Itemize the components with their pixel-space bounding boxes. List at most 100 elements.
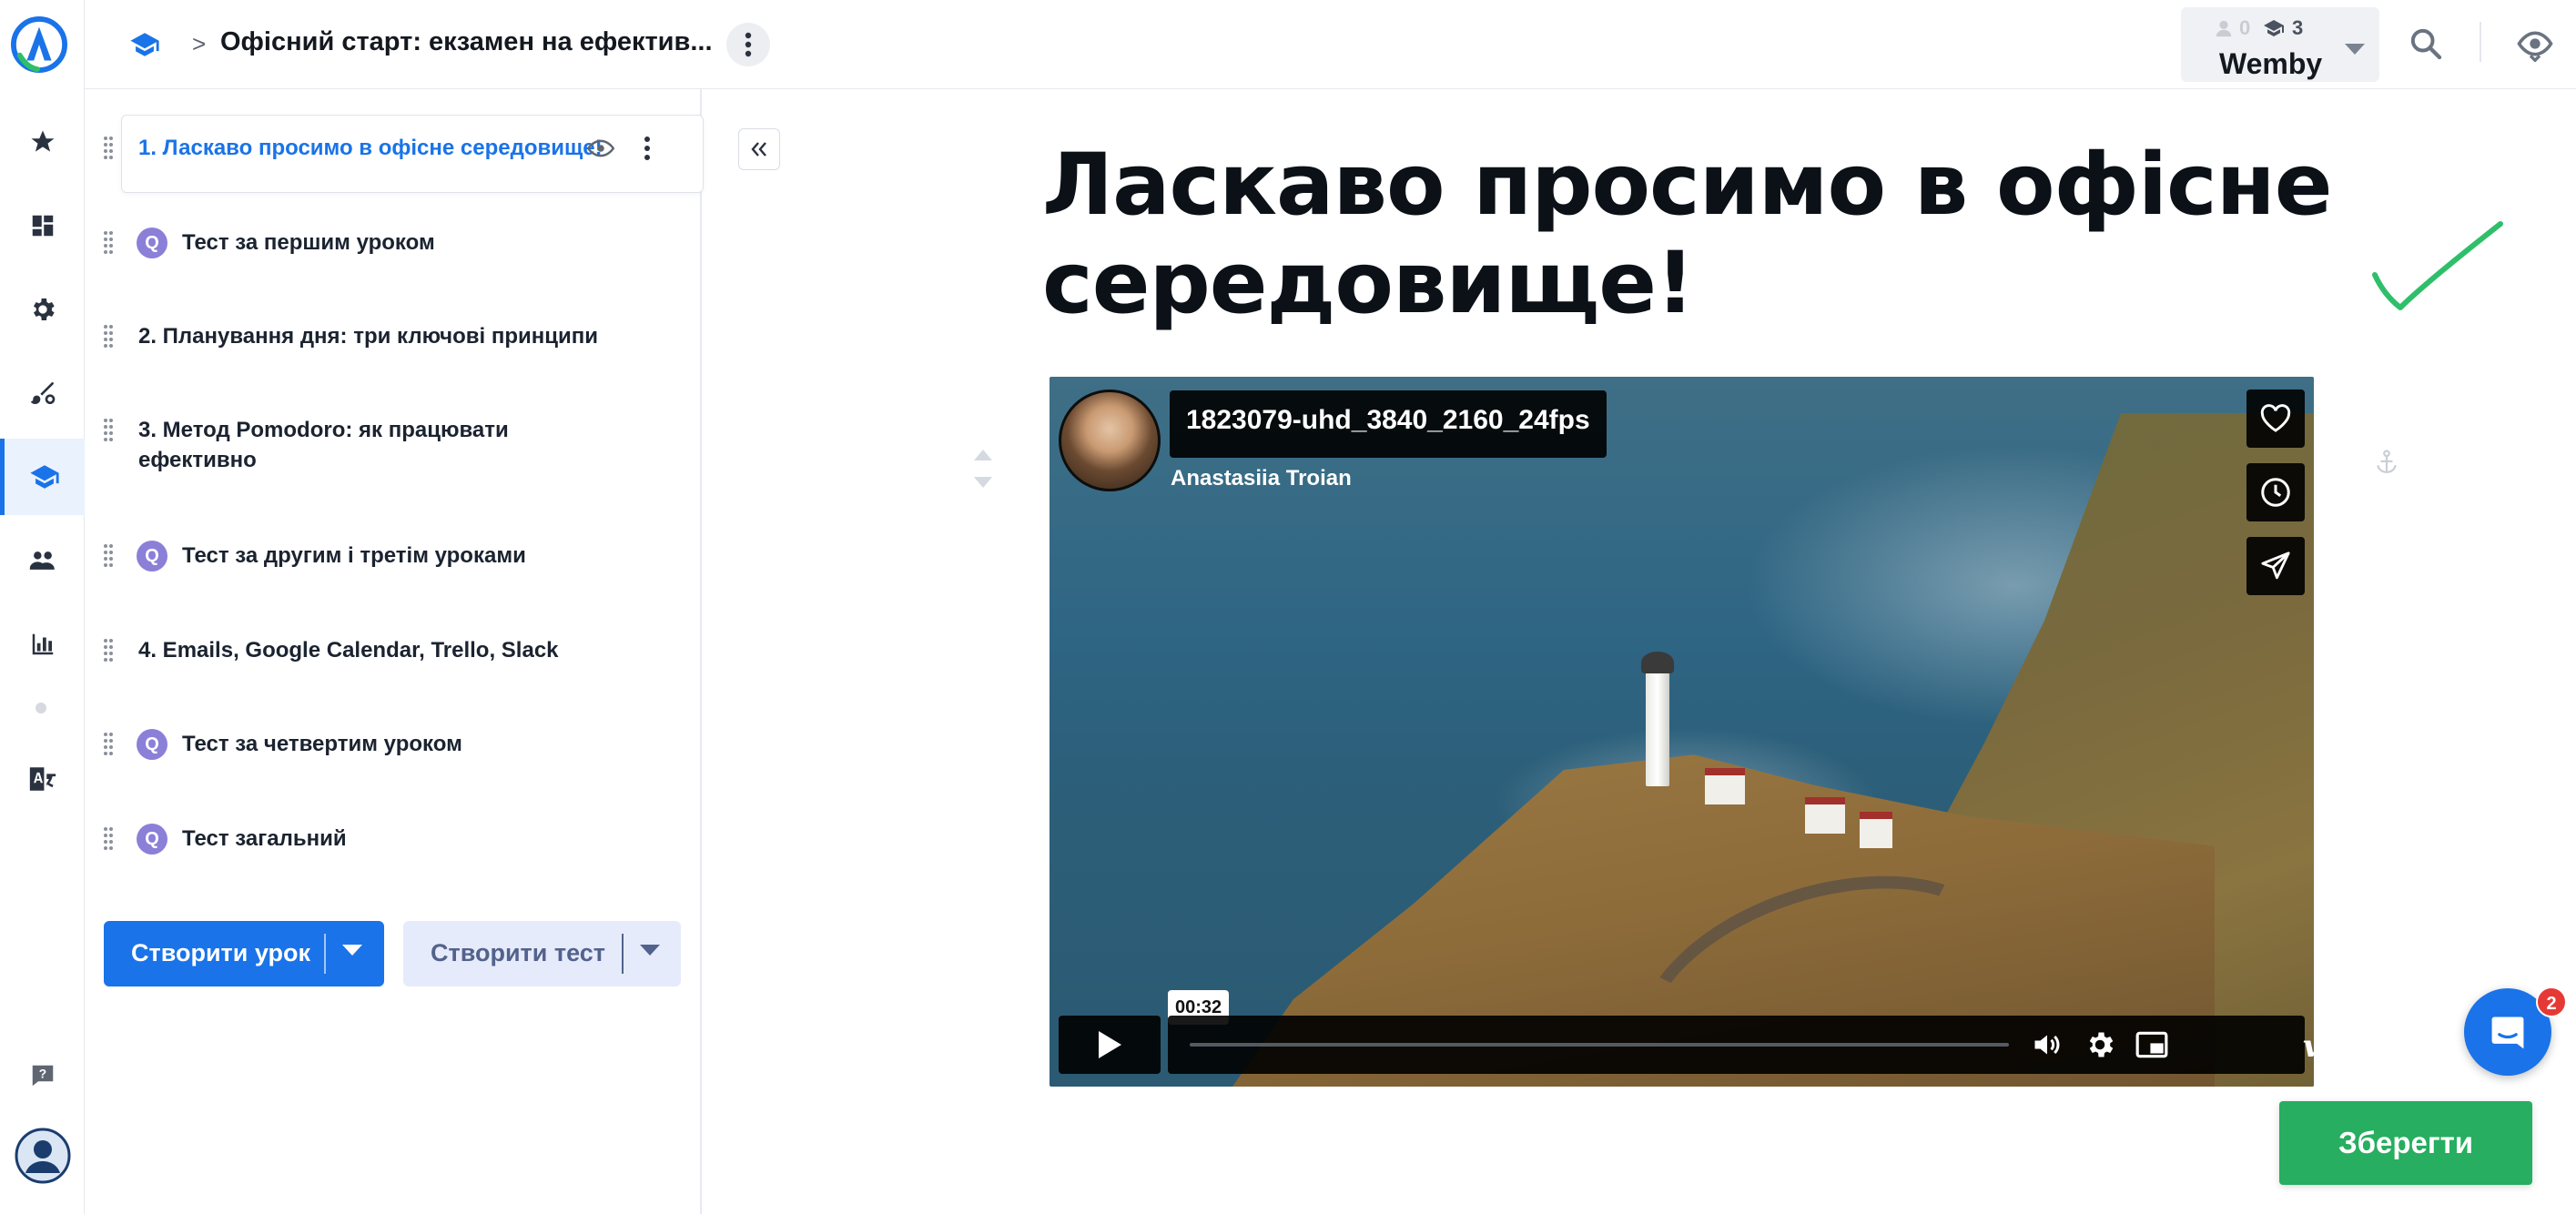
send-icon xyxy=(2261,551,2290,580)
quiz-badge: Q xyxy=(137,228,167,258)
top-bar: > Офісний старт: екзамен на ефектив... 0… xyxy=(85,0,2576,89)
lesson-label: Тест за першим уроком xyxy=(182,230,435,255)
profile-nav[interactable] xyxy=(0,1118,85,1194)
video-frame-house xyxy=(1860,812,1892,848)
lesson-label: 1. Ласкаво просимо в офісне середовище! xyxy=(138,136,603,160)
create-lesson-label: Створити урок xyxy=(131,939,311,966)
translate-icon xyxy=(29,767,56,791)
play-icon xyxy=(1099,1031,1121,1058)
video-frame-house xyxy=(1705,768,1745,804)
lesson-item[interactable]: 2. Планування дня: три ключові принципи xyxy=(85,321,702,358)
users-count: 0 xyxy=(2239,16,2251,39)
drag-handle-icon[interactable] xyxy=(103,542,114,568)
video-frame-house xyxy=(1805,797,1845,834)
watch-later-button[interactable] xyxy=(2246,463,2305,521)
kebab-icon xyxy=(745,32,752,57)
toolbar-divider xyxy=(2480,22,2481,62)
app-logo[interactable] xyxy=(11,16,67,73)
heart-icon xyxy=(2260,404,2291,432)
video-control-bar: vimeo xyxy=(1168,1016,2314,1074)
main-nav-rail: ? xyxy=(0,0,85,1214)
graduation-cap-icon xyxy=(2264,20,2284,36)
search-icon[interactable] xyxy=(2408,25,2444,62)
chevron-down-icon[interactable] xyxy=(340,943,364,957)
lesson-item[interactable]: Q Тест за першим уроком xyxy=(85,228,702,264)
lesson-label: 4. Emails, Google Calendar, Trello, Slac… xyxy=(138,638,559,663)
lesson-item[interactable]: Q Тест за четвертим уроком xyxy=(85,729,702,765)
users-nav[interactable] xyxy=(0,522,85,599)
course-title[interactable]: Офісний старт: екзамен на ефектив... xyxy=(220,27,713,57)
settings-nav[interactable] xyxy=(0,271,85,348)
lesson-label-line2: ефективно xyxy=(138,448,257,472)
lesson-label: Тест за другим і третім уроками xyxy=(182,543,526,568)
dashboard-icon xyxy=(32,215,53,237)
lesson-item[interactable]: 3. Метод Pomodoro: як працювати ефективн… xyxy=(85,415,702,479)
save-button[interactable]: Зберегти xyxy=(2279,1101,2532,1185)
quiz-badge: Q xyxy=(137,824,167,855)
visibility-eye-icon[interactable] xyxy=(587,138,614,158)
drag-handle-icon[interactable] xyxy=(103,825,114,851)
split-divider xyxy=(324,934,326,974)
users-icon xyxy=(29,551,55,570)
create-test-label: Створити тест xyxy=(431,939,605,966)
split-divider xyxy=(622,934,624,974)
lesson-label: Тест за четвертим уроком xyxy=(182,732,462,756)
progress-track[interactable] xyxy=(1190,1043,2009,1047)
favorites-nav[interactable] xyxy=(0,104,85,180)
move-block-icon[interactable] xyxy=(972,448,994,490)
courses-count: 3 xyxy=(2292,16,2304,39)
brush-icon xyxy=(30,382,55,404)
quiz-badge: Q xyxy=(137,541,167,572)
design-nav[interactable] xyxy=(0,355,85,431)
drag-handle-icon[interactable] xyxy=(103,731,114,756)
video-title[interactable]: 1823079-uhd_3840_2160_24fps xyxy=(1170,390,1607,458)
pip-icon[interactable] xyxy=(2135,1028,2169,1061)
graduation-cap-icon xyxy=(30,465,59,489)
drag-handle-icon[interactable] xyxy=(103,323,114,349)
anchor-icon[interactable] xyxy=(2375,450,2399,475)
like-button[interactable] xyxy=(2246,389,2305,448)
lesson-heading[interactable]: Ласкаво просимо в офісне середовище! xyxy=(1042,137,2344,333)
lesson-item[interactable]: 4. Emails, Google Calendar, Trello, Slac… xyxy=(85,635,702,672)
clock-icon xyxy=(2261,478,2290,507)
video-author[interactable]: Anastasiia Troian xyxy=(1171,466,1352,491)
star-icon xyxy=(31,130,54,152)
preview-eye-icon[interactable] xyxy=(2515,25,2555,62)
create-lesson-button[interactable]: Створити урок xyxy=(104,921,384,986)
account-switcher[interactable]: 0 3 Wemby xyxy=(2181,7,2379,82)
drag-handle-icon[interactable] xyxy=(103,417,114,442)
video-player[interactable]: 1823079-uhd_3840_2160_24fps Anastasiia T… xyxy=(1050,377,2314,1087)
course-menu-button[interactable] xyxy=(726,23,770,66)
lesson-item[interactable]: Q Тест загальний xyxy=(85,824,702,860)
certificates-nav[interactable] xyxy=(0,741,85,817)
courses-nav[interactable] xyxy=(0,439,85,515)
chevron-down-icon[interactable] xyxy=(638,943,662,957)
drag-handle-icon[interactable] xyxy=(103,637,114,663)
nav-divider-dot xyxy=(35,703,46,713)
help-nav[interactable]: ? xyxy=(0,1037,85,1114)
user-icon xyxy=(2216,20,2232,37)
share-button[interactable] xyxy=(2246,537,2305,595)
collapse-panel-button[interactable] xyxy=(738,128,780,170)
drag-handle-icon[interactable] xyxy=(103,229,114,255)
svg-text:?: ? xyxy=(38,1067,46,1081)
play-button[interactable] xyxy=(1059,1016,1161,1074)
gear-icon[interactable] xyxy=(2084,1028,2116,1061)
breadcrumb-separator: > xyxy=(192,30,207,57)
quiz-badge: Q xyxy=(137,729,167,760)
lesson-item[interactable]: Q Тест за другим і третім уроками xyxy=(85,541,702,577)
chat-icon xyxy=(2491,1017,2524,1049)
video-author-avatar[interactable] xyxy=(1059,389,1161,491)
lesson-menu-icon[interactable] xyxy=(644,135,651,162)
graduation-cap-icon[interactable] xyxy=(128,29,161,60)
create-test-button[interactable]: Створити тест xyxy=(403,921,681,986)
users-stat: 0 xyxy=(2214,16,2250,40)
dashboard-nav[interactable] xyxy=(0,187,85,264)
volume-icon[interactable] xyxy=(2031,1028,2064,1061)
chat-unread-badge: 2 xyxy=(2536,986,2567,1017)
analytics-nav[interactable] xyxy=(0,606,85,683)
lesson-label: Тест загальний xyxy=(182,826,347,851)
vimeo-logo[interactable]: vimeo xyxy=(2303,1028,2314,1065)
drag-handle-icon[interactable] xyxy=(103,135,114,160)
lesson-item[interactable]: 1. Ласкаво просимо в офісне середовище! xyxy=(85,115,704,193)
